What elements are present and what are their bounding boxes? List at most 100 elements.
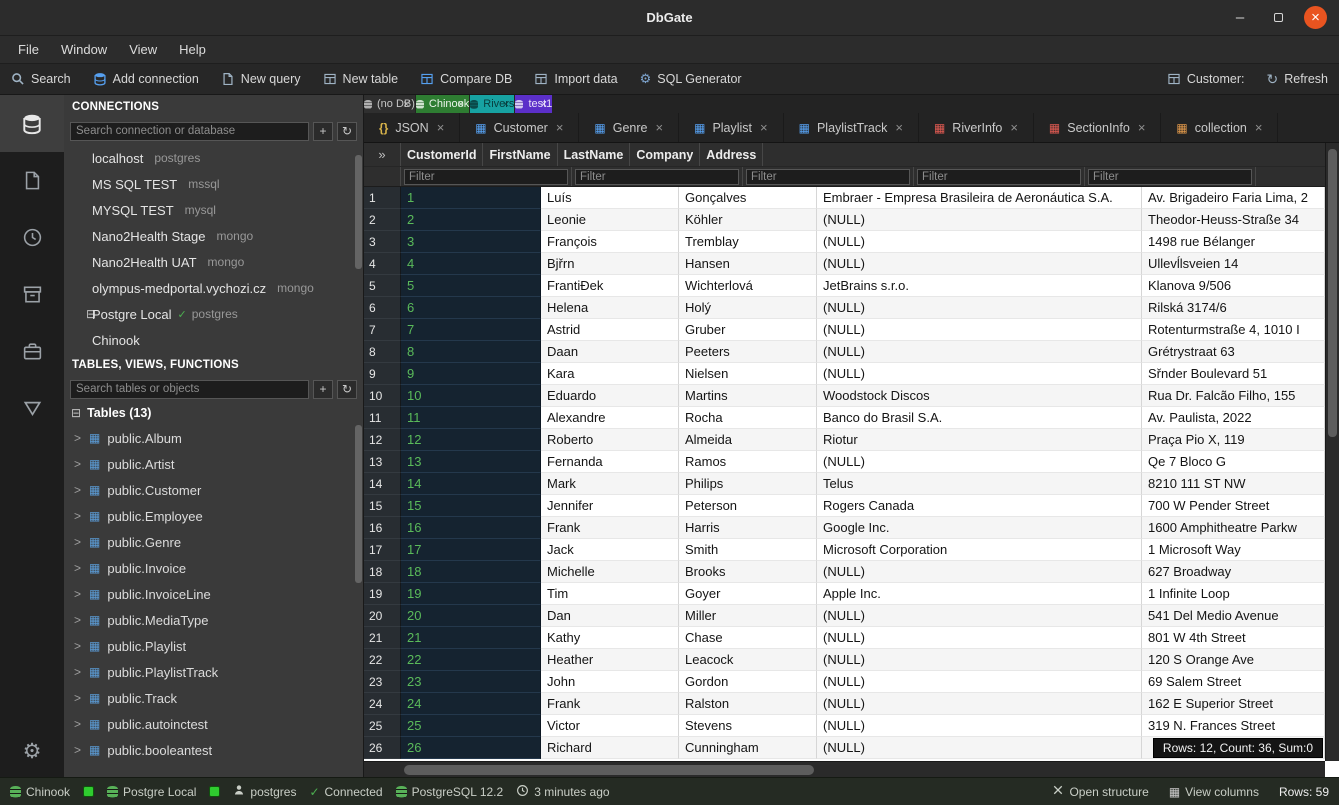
- lastname-cell[interactable]: Chase: [679, 627, 817, 649]
- customerid-cell[interactable]: 14: [401, 473, 541, 495]
- firstname-cell[interactable]: Helena: [541, 297, 679, 319]
- row-number-cell[interactable]: 5: [364, 275, 401, 297]
- company-cell[interactable]: Banco do Brasil S.A.: [817, 407, 1142, 429]
- menu-item[interactable]: Help: [169, 39, 216, 60]
- tables-group-row[interactable]: ⊟ Tables (13): [64, 401, 363, 425]
- connections-scrollbar-thumb[interactable]: [355, 155, 362, 269]
- file-tab[interactable]: ▦ SectionInfo ×: [1034, 113, 1161, 142]
- close-icon[interactable]: ×: [403, 97, 410, 111]
- close-icon[interactable]: ×: [556, 120, 564, 135]
- company-cell[interactable]: JetBrains s.r.o.: [817, 275, 1142, 297]
- close-icon[interactable]: ×: [760, 120, 768, 135]
- table-tree-item[interactable]: > ▦ public.autoinctest: [64, 711, 363, 737]
- horizontal-scrollbar[interactable]: [364, 761, 1325, 777]
- connection-item[interactable]: olympus-medportal.vychozi.cz mongo: [64, 275, 363, 301]
- column-filter-input[interactable]: [917, 169, 1081, 185]
- toolbar-current-table-button[interactable]: Customer:: [1156, 64, 1256, 94]
- toolbar-refresh-button[interactable]: ↻ Refresh: [1255, 64, 1339, 94]
- close-icon[interactable]: ×: [457, 97, 464, 111]
- close-icon[interactable]: ×: [656, 120, 664, 135]
- table-row[interactable]: 8 8 Daan Peeters (NULL) Grétrystraat 63: [364, 341, 1325, 363]
- column-filter-input[interactable]: [1088, 169, 1252, 185]
- table-tree-item[interactable]: > ▦ public.Artist: [64, 451, 363, 477]
- lastname-cell[interactable]: Peterson: [679, 495, 817, 517]
- toolbar-import-data-button[interactable]: Import data: [523, 64, 628, 94]
- lastname-cell[interactable]: Ramos: [679, 451, 817, 473]
- company-cell[interactable]: (NULL): [817, 341, 1142, 363]
- close-icon[interactable]: ×: [437, 120, 445, 135]
- row-number-cell[interactable]: 17: [364, 539, 401, 561]
- row-number-cell[interactable]: 4: [364, 253, 401, 275]
- horizontal-scrollbar-thumb[interactable]: [404, 765, 814, 775]
- sidebar-archive-icon[interactable]: [0, 266, 64, 323]
- table-tree-item[interactable]: > ▦ public.Customer: [64, 477, 363, 503]
- lastname-cell[interactable]: Gordon: [679, 671, 817, 693]
- sidebar-plugins-icon[interactable]: [0, 323, 64, 380]
- menu-item[interactable]: View: [119, 39, 167, 60]
- firstname-cell[interactable]: François: [541, 231, 679, 253]
- row-number-cell[interactable]: 14: [364, 473, 401, 495]
- table-row[interactable]: 3 3 François Tremblay (NULL) 1498 rue Bé…: [364, 231, 1325, 253]
- view-columns-button[interactable]: ▦ View columns: [1169, 785, 1259, 799]
- address-cell[interactable]: Rilská 3174/6: [1142, 297, 1325, 319]
- table-tree-item[interactable]: > ▦ public.Album: [64, 425, 363, 451]
- table-tree-item[interactable]: > ▦ public.Employee: [64, 503, 363, 529]
- row-number-cell[interactable]: 11: [364, 407, 401, 429]
- customerid-cell[interactable]: 15: [401, 495, 541, 517]
- table-row[interactable]: 22 22 Heather Leacock (NULL) 120 S Orang…: [364, 649, 1325, 671]
- company-cell[interactable]: (NULL): [817, 693, 1142, 715]
- company-cell[interactable]: (NULL): [817, 209, 1142, 231]
- chevron-right-icon[interactable]: >: [74, 691, 82, 705]
- firstname-cell[interactable]: Richard: [541, 737, 679, 759]
- customerid-cell[interactable]: 8: [401, 341, 541, 363]
- lastname-cell[interactable]: Gonçalves: [679, 187, 817, 209]
- company-cell[interactable]: Woodstock Discos: [817, 385, 1142, 407]
- table-row[interactable]: 24 24 Frank Ralston (NULL) 162 E Superio…: [364, 693, 1325, 715]
- chevron-right-icon[interactable]: >: [74, 431, 82, 445]
- firstname-cell[interactable]: Eduardo: [541, 385, 679, 407]
- close-icon[interactable]: ×: [895, 120, 903, 135]
- chevron-right-icon[interactable]: >: [74, 457, 82, 471]
- address-cell[interactable]: Rua Dr. Falcão Filho, 155: [1142, 385, 1325, 407]
- lastname-cell[interactable]: Köhler: [679, 209, 817, 231]
- address-cell[interactable]: Praça Pio X, 119: [1142, 429, 1325, 451]
- firstname-cell[interactable]: Tim: [541, 583, 679, 605]
- tables-search-input[interactable]: [70, 380, 309, 399]
- customerid-cell[interactable]: 3: [401, 231, 541, 253]
- chevron-right-icon[interactable]: >: [74, 509, 82, 523]
- table-row[interactable]: 14 14 Mark Philips Telus 8210 111 ST NW: [364, 473, 1325, 495]
- company-cell[interactable]: Telus: [817, 473, 1142, 495]
- lastname-cell[interactable]: Smith: [679, 539, 817, 561]
- customerid-cell[interactable]: 11: [401, 407, 541, 429]
- file-tab[interactable]: ▦ PlaylistTrack ×: [784, 113, 919, 142]
- toolbar-new-table-button[interactable]: New table: [312, 64, 410, 94]
- refresh-tables-button[interactable]: ↻: [337, 380, 357, 399]
- table-tree-item[interactable]: > ▦ public.MediaType: [64, 607, 363, 633]
- lastname-cell[interactable]: Brooks: [679, 561, 817, 583]
- column-header[interactable]: CustomerId ▾: [401, 143, 483, 166]
- firstname-cell[interactable]: Frank: [541, 517, 679, 539]
- table-tree-item[interactable]: > ▦ public.Genre: [64, 529, 363, 555]
- row-number-cell[interactable]: 9: [364, 363, 401, 385]
- row-number-cell[interactable]: 3: [364, 231, 401, 253]
- file-tab[interactable]: {} JSON ×: [364, 113, 460, 142]
- table-row[interactable]: 18 18 Michelle Brooks (NULL) 627 Broadwa…: [364, 561, 1325, 583]
- firstname-cell[interactable]: Alexandre: [541, 407, 679, 429]
- database-tab[interactable]: (no DB) ×: [364, 95, 415, 113]
- table-row[interactable]: 12 12 Roberto Almeida Riotur Praça Pio X…: [364, 429, 1325, 451]
- address-cell[interactable]: 162 E Superior Street: [1142, 693, 1325, 715]
- lastname-cell[interactable]: Almeida: [679, 429, 817, 451]
- firstname-cell[interactable]: Frank: [541, 693, 679, 715]
- database-tab[interactable]: Chinook ×: [416, 95, 469, 113]
- lastname-cell[interactable]: Tremblay: [679, 231, 817, 253]
- lastname-cell[interactable]: Gruber: [679, 319, 817, 341]
- lastname-cell[interactable]: Miller: [679, 605, 817, 627]
- close-icon[interactable]: ×: [1255, 120, 1263, 135]
- address-cell[interactable]: 319 N. Frances Street: [1142, 715, 1325, 737]
- company-cell[interactable]: Riotur: [817, 429, 1142, 451]
- customerid-cell[interactable]: 1: [401, 187, 541, 209]
- company-cell[interactable]: Microsoft Corporation: [817, 539, 1142, 561]
- firstname-cell[interactable]: Leonie: [541, 209, 679, 231]
- lastname-cell[interactable]: Stevens: [679, 715, 817, 737]
- customerid-cell[interactable]: 16: [401, 517, 541, 539]
